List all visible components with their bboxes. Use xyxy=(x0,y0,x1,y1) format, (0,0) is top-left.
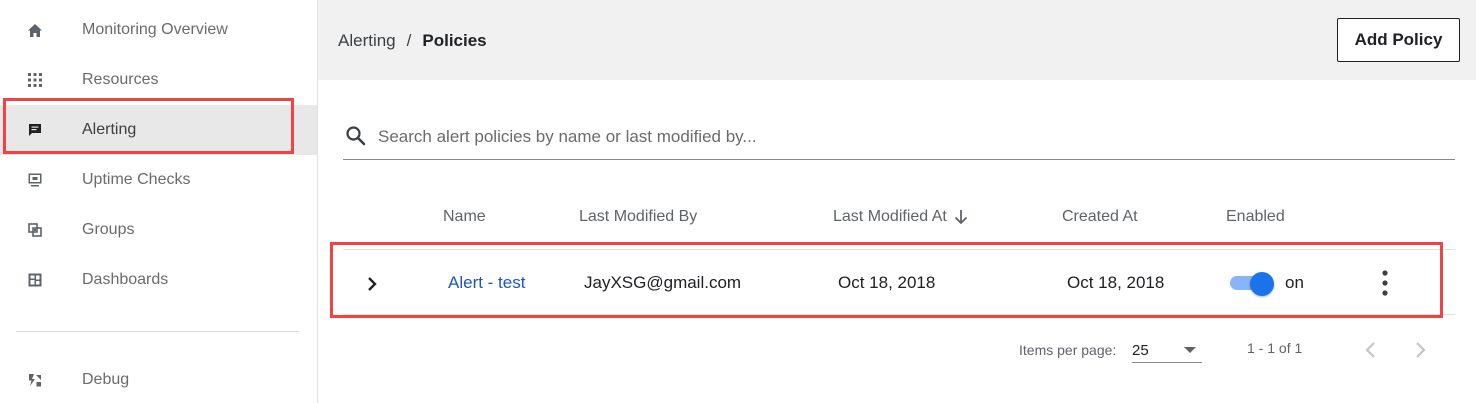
groups-icon xyxy=(27,222,43,238)
column-header-enabled[interactable]: Enabled xyxy=(1226,208,1285,226)
breadcrumb-parent-link[interactable]: Alerting xyxy=(338,31,396,51)
column-header-label: Last Modified At xyxy=(833,208,947,225)
breadcrumb: Alerting / Policies xyxy=(338,31,487,51)
debug-icon xyxy=(27,372,43,388)
last-modified-by-cell: JayXSG@gmail.com xyxy=(584,273,742,292)
items-per-page-select[interactable]: 25 xyxy=(1132,337,1202,363)
monitor-icon xyxy=(27,172,43,188)
chat-icon xyxy=(27,122,43,138)
dashboard-icon xyxy=(27,272,43,288)
sidebar-item-alerting[interactable]: Alerting xyxy=(0,105,317,155)
policy-name-link[interactable]: Alert - test xyxy=(448,273,525,293)
sidebar-divider xyxy=(16,331,299,332)
more-vert-icon[interactable] xyxy=(1374,268,1396,300)
sidebar-item-monitoring-overview[interactable]: Monitoring Overview xyxy=(0,5,317,55)
sidebar: Monitoring Overview Resources Alerting U… xyxy=(0,0,318,403)
sidebar-item-label: Monitoring Overview xyxy=(82,21,228,38)
column-header-name[interactable]: Name xyxy=(443,208,486,226)
search-input[interactable] xyxy=(378,123,1438,151)
search-bar xyxy=(343,118,1455,160)
home-icon xyxy=(27,22,43,38)
previous-page-icon[interactable] xyxy=(1360,339,1382,361)
sidebar-item-uptime-checks[interactable]: Uptime Checks xyxy=(0,155,317,205)
items-per-page-value: 25 xyxy=(1132,342,1149,359)
grid-icon xyxy=(27,72,43,88)
sidebar-item-label: Resources xyxy=(82,71,159,88)
search-icon xyxy=(345,125,367,147)
sidebar-item-label: Dashboards xyxy=(82,271,169,288)
chevron-right-icon[interactable] xyxy=(362,274,382,294)
sidebar-item-resources[interactable]: Resources xyxy=(0,55,317,105)
sort-descending-icon xyxy=(954,209,968,225)
dropdown-caret-icon xyxy=(1184,347,1196,353)
table-header-divider xyxy=(343,249,1455,250)
add-policy-button[interactable]: Add Policy xyxy=(1337,18,1460,62)
sidebar-item-debug[interactable]: Debug xyxy=(0,355,317,403)
pagination-range: 1 - 1 of 1 xyxy=(1247,340,1303,356)
sidebar-item-groups[interactable]: Groups xyxy=(0,205,317,255)
sidebar-item-label: Debug xyxy=(82,371,130,388)
created-at-cell: Oct 18, 2018 xyxy=(1067,273,1165,292)
page-title: Policies xyxy=(422,31,487,50)
breadcrumb-separator: / xyxy=(406,31,412,50)
enabled-toggle[interactable] xyxy=(1230,272,1274,296)
sidebar-item-label: Alerting xyxy=(82,121,137,138)
sidebar-item-label: Groups xyxy=(82,221,135,238)
sidebar-item-label: Uptime Checks xyxy=(82,171,191,188)
sidebar-item-dashboards[interactable]: Dashboards xyxy=(0,255,317,305)
last-modified-at-cell: Oct 18, 2018 xyxy=(838,273,936,292)
table-row-divider xyxy=(343,314,1455,315)
column-header-last-modified-at[interactable]: Last Modified At xyxy=(833,208,968,226)
column-header-last-modified-by[interactable]: Last Modified By xyxy=(579,208,697,226)
column-header-created-at[interactable]: Created At xyxy=(1062,208,1138,226)
items-per-page-label: Items per page: xyxy=(1019,342,1117,358)
page-header: Alerting / Policies Add Policy xyxy=(318,0,1476,80)
toggle-knob xyxy=(1250,272,1274,296)
enabled-state-label: on xyxy=(1285,273,1304,292)
next-page-icon[interactable] xyxy=(1409,339,1431,361)
